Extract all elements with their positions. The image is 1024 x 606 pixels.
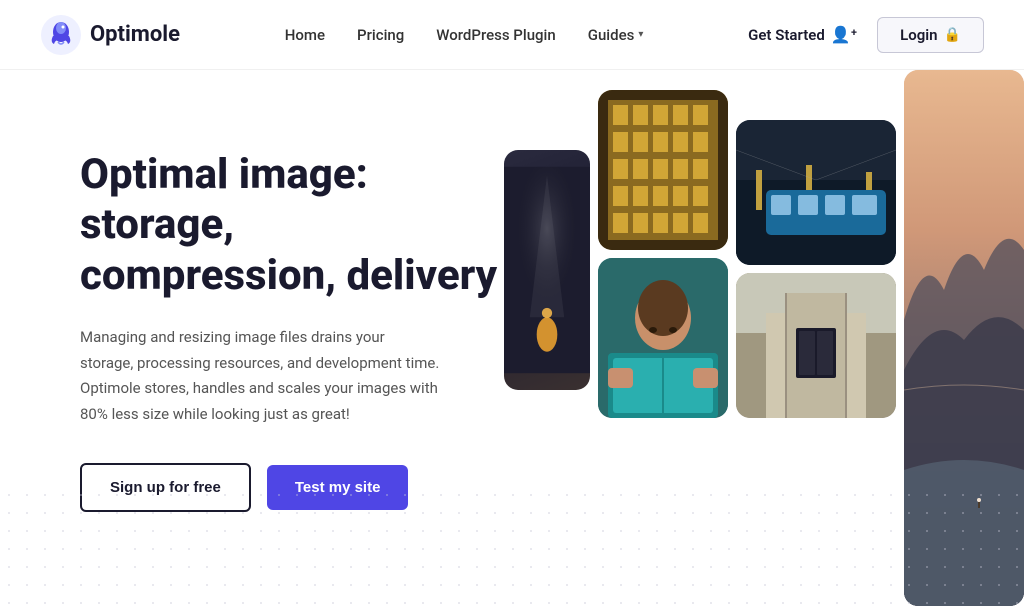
get-started-link[interactable]: Get Started 👤⁺ [748,25,857,44]
logo[interactable]: Optimole [40,14,180,56]
collage-image-person-spotlight [504,150,590,390]
nav-home[interactable]: Home [285,26,325,44]
header: Optimole Home Pricing WordPress Plugin G… [0,0,1024,70]
collage-image-book [598,258,728,418]
logo-text: Optimole [90,22,180,47]
logo-icon [40,14,82,56]
hero-title: Optimal image: storage, compression, del… [80,150,500,301]
collage-image-train [736,120,896,265]
nav-wordpress-plugin[interactable]: WordPress Plugin [436,26,555,44]
hero-section: Optimal image: storage, compression, del… [80,130,500,512]
dots-background [0,486,1024,606]
hero-description: Managing and resizing image files drains… [80,325,440,427]
person-add-icon: 👤⁺ [831,25,857,44]
nav-guides[interactable]: Guides ▾ [588,26,644,44]
collage-image-building [598,90,728,250]
nav-pricing[interactable]: Pricing [357,26,404,44]
login-button[interactable]: Login 🔒 [877,17,984,53]
header-right: Get Started 👤⁺ Login 🔒 [748,17,984,53]
main-nav: Home Pricing WordPress Plugin Guides ▾ [285,26,644,44]
main-content: Optimal image: storage, compression, del… [0,70,1024,606]
collage-image-architecture [736,273,896,418]
guides-chevron-icon: ▾ [638,29,643,40]
lock-icon: 🔒 [944,27,961,43]
